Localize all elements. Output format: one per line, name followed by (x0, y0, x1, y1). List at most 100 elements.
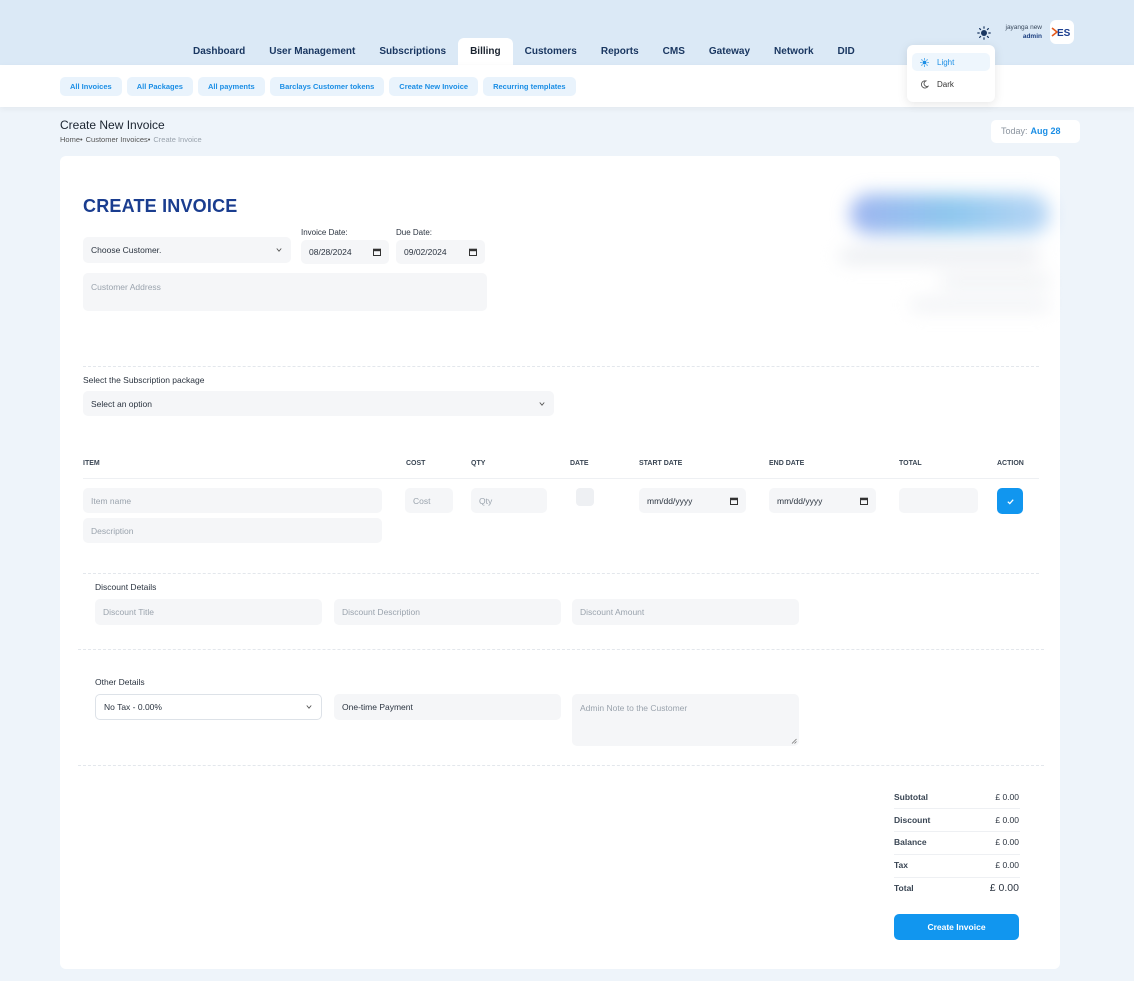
customer-select-value: Choose Customer. (91, 245, 162, 255)
breadcrumb: Home• Customer Invoices• Create Invoice (60, 135, 202, 144)
main-nav: Dashboard User Management Subscriptions … (181, 38, 867, 65)
customer-select[interactable]: Choose Customer. (83, 237, 291, 263)
nav-billing[interactable]: Billing (458, 38, 513, 65)
nav-network[interactable]: Network (762, 38, 825, 65)
customer-address-field[interactable]: Customer Address (83, 273, 487, 311)
theme-dropdown: Light Dark (907, 45, 995, 102)
item-qty-input[interactable]: Qty (471, 488, 547, 513)
balance-value: £ 0.00 (995, 837, 1019, 847)
theme-option-dark[interactable]: Dark (912, 75, 990, 93)
customer-address-placeholder: Customer Address (91, 282, 161, 292)
tax-select[interactable]: No Tax - 0.00% (95, 694, 322, 720)
nav-subscriptions[interactable]: Subscriptions (367, 38, 458, 65)
nav-did[interactable]: DID (826, 38, 867, 65)
tax-select-value: No Tax - 0.00% (104, 702, 162, 712)
item-description-input[interactable]: Description (83, 518, 382, 543)
item-date-checkbox[interactable] (576, 488, 594, 506)
payment-type-select[interactable]: One-time Payment (334, 694, 561, 720)
today-badge: Today: Aug 28 (991, 120, 1080, 143)
other-details-label: Other Details (95, 677, 145, 687)
chevron-down-icon (306, 705, 312, 709)
calendar-icon[interactable] (373, 248, 381, 256)
package-label: Select the Subscription package (83, 375, 205, 385)
nav-gateway[interactable]: Gateway (697, 38, 762, 65)
calendar-icon[interactable] (730, 497, 738, 505)
subtotal-value: £ 0.00 (995, 792, 1019, 802)
subtotal-label: Subtotal (894, 792, 928, 802)
summary-divider (894, 831, 1020, 832)
user-role: admin (1022, 33, 1042, 40)
col-header-qty: QTY (471, 460, 486, 467)
subnav-all-packages[interactable]: All Packages (126, 77, 193, 96)
theme-option-light[interactable]: Light (912, 53, 990, 71)
item-end-date-input[interactable]: mm/dd/yyyy (769, 488, 876, 513)
blurred-company-details (840, 186, 1050, 326)
create-invoice-button[interactable]: Create Invoice (894, 914, 1019, 940)
col-header-end-date: END DATE (769, 460, 805, 467)
discount-amount-input[interactable]: Discount Amount (572, 599, 799, 625)
company-logo[interactable]: ES (1050, 20, 1074, 44)
item-cost-placeholder: Cost (413, 495, 431, 506)
col-header-action: ACTION (997, 460, 1024, 467)
due-date-input[interactable]: 09/02/2024 (396, 240, 485, 264)
form-heading: CREATE INVOICE (83, 196, 238, 216)
nav-dashboard[interactable]: Dashboard (181, 38, 257, 65)
col-header-start-date: START DATE (639, 460, 683, 467)
discount-description-input[interactable]: Discount Description (334, 599, 561, 625)
chevron-down-icon (276, 248, 282, 252)
item-qty-placeholder: Qty (479, 495, 493, 506)
col-header-date: DATE (570, 460, 589, 467)
breadcrumb-customer-invoices[interactable]: Customer Invoices• (86, 135, 151, 144)
balance-label: Balance (894, 837, 927, 847)
discount-title-input[interactable]: Discount Title (95, 599, 322, 625)
page-title: Create New Invoice (60, 118, 165, 132)
nav-cms[interactable]: CMS (651, 38, 697, 65)
breadcrumb-current: Create Invoice (153, 135, 202, 144)
admin-note-placeholder: Admin Note to the Customer (580, 703, 688, 713)
subnav-barclays-tokens[interactable]: Barclays Customer tokens (269, 77, 385, 96)
item-start-date-input[interactable]: mm/dd/yyyy (639, 488, 746, 513)
total-value: £ 0.00 (989, 882, 1019, 894)
subnav-all-payments[interactable]: All payments (197, 77, 265, 96)
logo-text: ES (1057, 28, 1071, 39)
today-label: Today: (1001, 126, 1028, 136)
nav-reports[interactable]: Reports (589, 38, 651, 65)
nav-customers[interactable]: Customers (513, 38, 589, 65)
item-total-field (899, 488, 978, 513)
subnav-recurring-templates[interactable]: Recurring templates (483, 77, 576, 96)
item-description-placeholder: Description (91, 525, 134, 536)
discount-description-placeholder: Discount Description (342, 607, 420, 617)
package-select[interactable]: Select an option (83, 391, 554, 416)
theme-toggle-sun-icon[interactable] (977, 26, 991, 40)
moon-icon (920, 79, 929, 88)
subnav-all-invoices[interactable]: All Invoices (60, 77, 122, 96)
admin-note-textarea[interactable]: Admin Note to the Customer (572, 694, 799, 746)
calendar-icon[interactable] (469, 248, 477, 256)
col-header-cost: COST (406, 460, 426, 467)
calendar-icon[interactable] (860, 497, 868, 505)
nav-user-management[interactable]: User Management (257, 38, 367, 65)
sun-icon (920, 57, 929, 67)
check-icon (1006, 498, 1014, 504)
total-label: Total (894, 883, 914, 893)
package-select-value: Select an option (91, 398, 152, 409)
due-date-label: Due Date: (396, 228, 433, 237)
item-name-input[interactable]: Item name (83, 488, 382, 513)
chevron-down-icon (539, 401, 545, 406)
subnav-create-invoice[interactable]: Create New Invoice (389, 77, 479, 96)
summary-divider (894, 808, 1020, 809)
discount-title-placeholder: Discount Title (103, 607, 155, 617)
tax-value: £ 0.00 (995, 860, 1019, 870)
resize-handle-icon[interactable] (791, 738, 797, 744)
tax-label: Tax (894, 860, 909, 870)
invoice-date-input[interactable]: 08/28/2024 (301, 240, 389, 264)
summary-divider (894, 877, 1020, 878)
theme-light-label: Light (937, 57, 955, 67)
item-cost-input[interactable]: Cost (405, 488, 453, 513)
table-header-divider (83, 478, 1039, 479)
confirm-item-button[interactable] (997, 488, 1023, 514)
summary-divider (894, 854, 1020, 855)
breadcrumb-home[interactable]: Home• (60, 135, 83, 144)
invoice-form-card: CREATE INVOICE Choose Customer. Invoice … (60, 156, 1060, 969)
item-end-date-placeholder: mm/dd/yyyy (777, 495, 823, 506)
